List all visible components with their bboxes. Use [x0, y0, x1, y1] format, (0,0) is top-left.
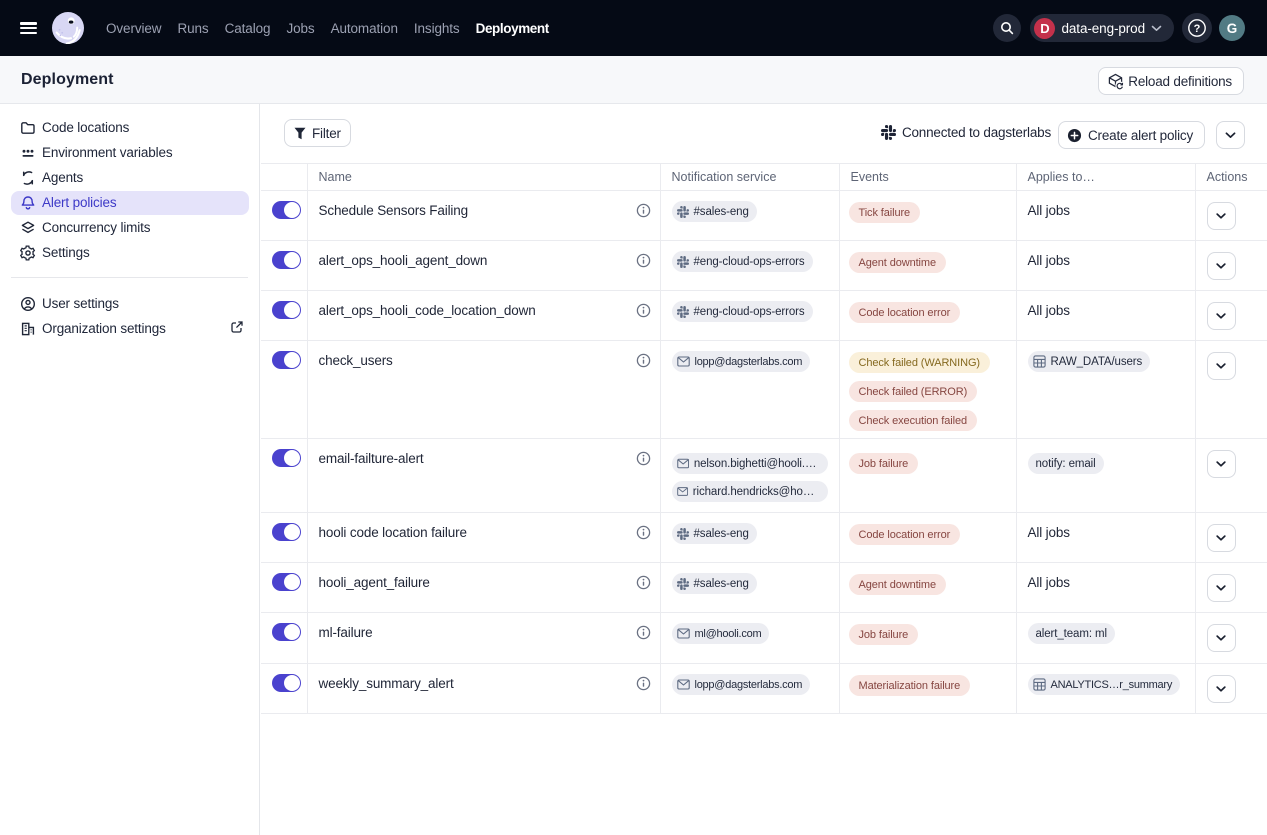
svg-text:?: ? — [1194, 23, 1201, 35]
